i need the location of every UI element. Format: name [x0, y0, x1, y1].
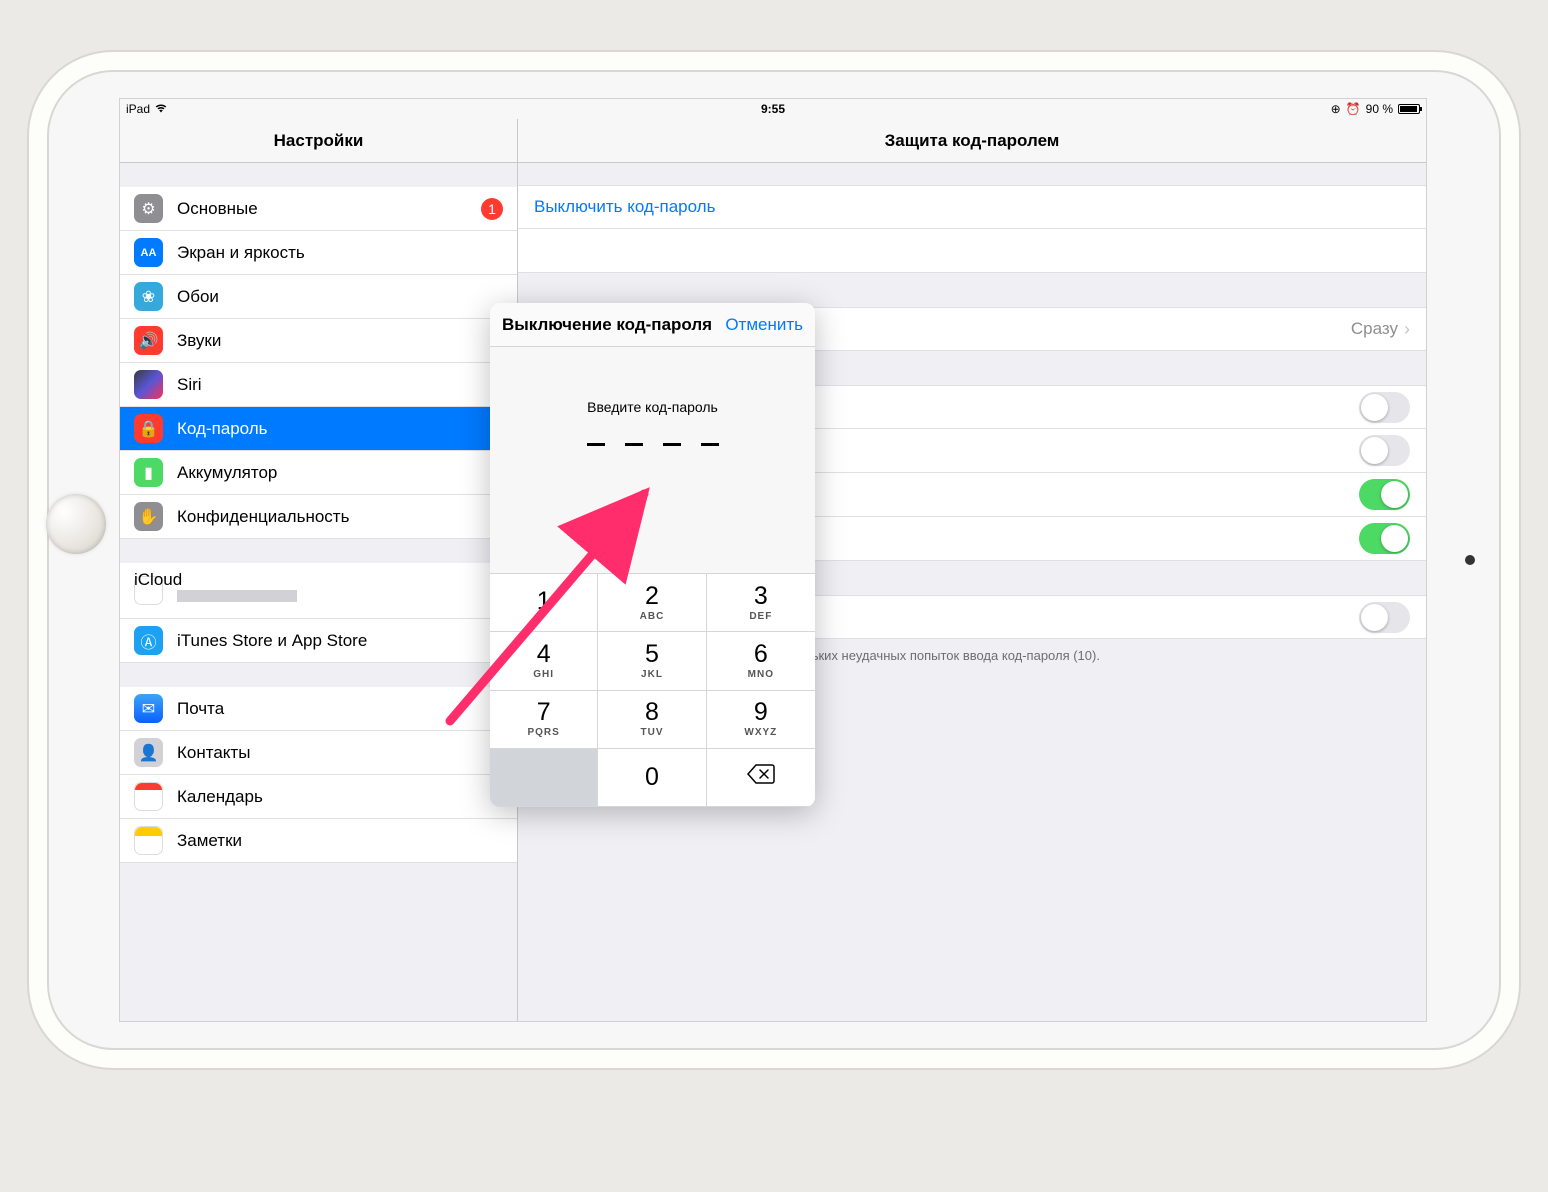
cancel-button[interactable]: Отменить	[725, 315, 803, 335]
passcode-prompt: Введите код-пароль	[587, 399, 718, 415]
sidebar-item-sounds[interactable]: 🔊 Звуки	[120, 319, 517, 363]
sidebar-item-label: Siri	[177, 375, 202, 395]
key-2[interactable]: 2ABC	[598, 574, 706, 632]
key-5[interactable]: 5JKL	[598, 632, 706, 690]
contacts-icon: 👤	[134, 738, 163, 767]
clock: 9:55	[761, 102, 785, 116]
battery-settings-icon: ▮	[134, 458, 163, 487]
sidebar-item-label: Конфиденциальность	[177, 507, 349, 527]
sidebar-item-label: Контакты	[177, 743, 250, 763]
switch-off[interactable]	[1359, 392, 1410, 423]
backspace-icon	[747, 764, 775, 790]
sidebar-item-label: Заметки	[177, 831, 242, 851]
dash	[663, 443, 681, 446]
dash	[587, 443, 605, 446]
hand-icon: ✋	[134, 502, 163, 531]
keypad: 1 2ABC 3DEF 4GHI 5JKL 6MNO 7PQRS 8TUV 9W…	[490, 573, 815, 807]
badge: 1	[481, 198, 503, 220]
calendar-icon	[134, 782, 163, 811]
key-0[interactable]: 0	[598, 749, 706, 807]
key-4[interactable]: 4GHI	[490, 632, 598, 690]
speaker-icon: 🔊	[134, 326, 163, 355]
sidebar-item-label: Аккумулятор	[177, 463, 277, 483]
switch-off[interactable]	[1359, 435, 1410, 466]
carrier-label: iPad	[126, 102, 150, 116]
passcode-dashes	[587, 443, 719, 446]
switch-off[interactable]	[1359, 602, 1410, 633]
sidebar-item-contacts[interactable]: 👤 Контакты	[120, 731, 517, 775]
key-6[interactable]: 6MNO	[707, 632, 815, 690]
alarm-icon: ⏰	[1346, 102, 1361, 116]
key-delete[interactable]	[707, 749, 815, 807]
sidebar-item-mail[interactable]: ✉ Почта	[120, 687, 517, 731]
key-3[interactable]: 3DEF	[707, 574, 815, 632]
gear-icon: ⚙	[134, 194, 163, 223]
appstore-icon: Ⓐ	[134, 626, 163, 655]
home-button[interactable]	[46, 494, 106, 554]
switch-on[interactable]	[1359, 479, 1410, 510]
sidebar-item-label: Календарь	[177, 787, 263, 807]
lock-icon: 🔒	[134, 414, 163, 443]
brightness-icon: AA	[134, 238, 163, 267]
sidebar-item-label: Звуки	[177, 331, 221, 351]
sidebar-item-label: Основные	[177, 199, 258, 219]
dash	[625, 443, 643, 446]
key-1[interactable]: 1	[490, 574, 598, 632]
turn-off-passcode-button[interactable]: Выключить код-пароль	[518, 185, 1426, 229]
sidebar-item-display[interactable]: AA Экран и яркость	[120, 231, 517, 275]
sidebar-item-label: Почта	[177, 699, 224, 719]
switch-on[interactable]	[1359, 523, 1410, 554]
sidebar-item-privacy[interactable]: ✋ Конфиденциальность	[120, 495, 517, 539]
require-value: Сразу	[1351, 319, 1398, 339]
passcode-modal: Выключение код-пароля Отменить Введите к…	[490, 303, 815, 807]
wifi-icon	[154, 102, 168, 116]
chevron-right-icon: ›	[1404, 319, 1410, 340]
sidebar-item-label: Экран и яркость	[177, 243, 305, 263]
sidebar-item-calendar[interactable]: Календарь	[120, 775, 517, 819]
key-7[interactable]: 7PQRS	[490, 691, 598, 749]
sidebar-item-battery[interactable]: ▮ Аккумулятор	[120, 451, 517, 495]
orientation-lock-icon: ⊕	[1331, 102, 1341, 116]
sidebar-title: Настройки	[120, 119, 517, 163]
sidebar-item-wallpaper[interactable]: ❀ Обои	[120, 275, 517, 319]
sidebar-item-label: iTunes Store и App Store	[177, 631, 367, 651]
sidebar-item-label: Обои	[177, 287, 219, 307]
screen: iPad 9:55 ⊕ ⏰ 90 % Настройки ⚙ Основные	[119, 98, 1427, 1022]
icloud-account-sub	[177, 590, 297, 602]
turn-off-label: Выключить код-пароль	[534, 197, 715, 217]
sidebar-item-passcode[interactable]: 🔒 Код-пароль	[120, 407, 517, 451]
ipad-frame: iPad 9:55 ⊕ ⏰ 90 % Настройки ⚙ Основные	[49, 72, 1499, 1048]
modal-title: Выключение код-пароля	[502, 315, 725, 335]
key-blank	[490, 749, 598, 807]
sidebar-item-icloud[interactable]: ☁ iCloud	[120, 563, 517, 619]
sidebar-item-siri[interactable]: Siri	[120, 363, 517, 407]
sidebar-item-notes[interactable]: Заметки	[120, 819, 517, 863]
battery-icon	[1398, 104, 1420, 114]
sidebar-item-label: iCloud	[134, 570, 182, 590]
key-9[interactable]: 9WXYZ	[707, 691, 815, 749]
sidebar-item-label: Код-пароль	[177, 419, 268, 439]
change-passcode-row[interactable]	[518, 229, 1426, 273]
settings-sidebar: Настройки ⚙ Основные 1 AA Экран и яркост…	[120, 119, 518, 1021]
dash	[701, 443, 719, 446]
detail-title: Защита код-паролем	[518, 119, 1426, 163]
status-bar: iPad 9:55 ⊕ ⏰ 90 %	[120, 99, 1426, 119]
key-8[interactable]: 8TUV	[598, 691, 706, 749]
mail-icon: ✉	[134, 694, 163, 723]
notes-icon	[134, 826, 163, 855]
sidebar-item-general[interactable]: ⚙ Основные 1	[120, 187, 517, 231]
battery-pct: 90 %	[1366, 102, 1393, 116]
camera-dot	[1465, 555, 1475, 565]
sidebar-item-appstore[interactable]: Ⓐ iTunes Store и App Store	[120, 619, 517, 663]
siri-icon	[134, 370, 163, 399]
wallpaper-icon: ❀	[134, 282, 163, 311]
